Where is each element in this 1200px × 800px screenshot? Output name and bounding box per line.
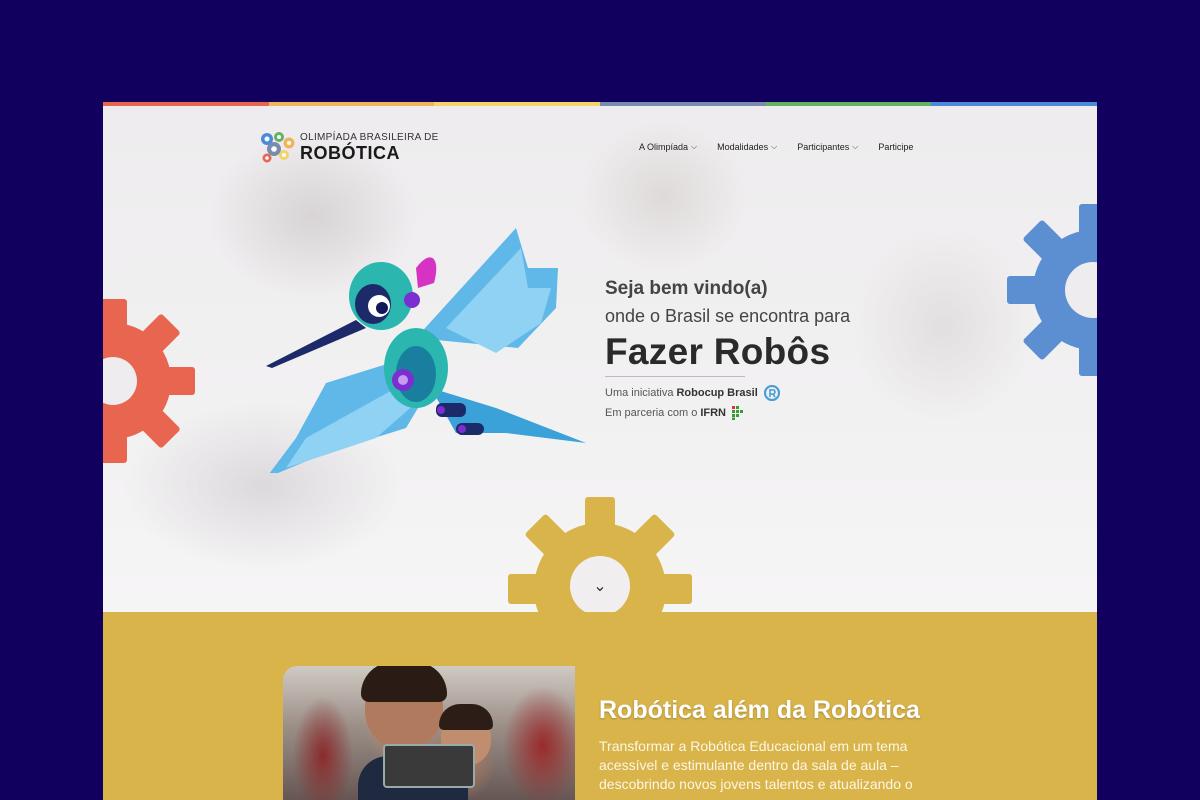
nav-item-modalidades[interactable]: Modalidades ⌵ — [717, 142, 777, 152]
welcome-line-2: onde o Brasil se encontra para — [605, 306, 851, 326]
main-nav: A Olimpíada ⌵ Modalidades ⌵ Participante… — [639, 142, 933, 152]
gears-logo-icon — [261, 132, 295, 163]
nav-label: Participe — [878, 142, 914, 152]
scroll-down-button[interactable]: ⌄ — [570, 556, 630, 612]
about-title: Robótica além da Robótica — [599, 696, 920, 724]
robot-hummingbird-mascot-icon — [266, 228, 586, 473]
chevron-down-icon: ⌵ — [771, 142, 778, 151]
red-gear-decoration — [103, 299, 195, 463]
welcome-block: Seja bem vindo(a) onde o Brasil se encon… — [605, 276, 850, 423]
nav-label: A Olimpíada — [639, 142, 689, 152]
partner-name[interactable]: IFRN — [700, 403, 726, 423]
students-robot-photo — [283, 666, 575, 800]
hero-headline: Fazer Robôs — [605, 331, 831, 372]
robocup-logo-icon[interactable] — [763, 385, 780, 401]
about-section: Robótica além da Robótica Transformar a … — [103, 612, 1097, 800]
chevron-down-icon: ⌄ — [593, 578, 607, 595]
welcome-line-1: Seja bem vindo(a) — [605, 278, 768, 299]
divider — [605, 376, 745, 377]
ifrn-logo-icon[interactable] — [731, 406, 744, 420]
chevron-down-icon: ⌵ — [852, 142, 859, 151]
browser-frame: OLIMPÍADA BRASILEIRA DE ROBÓTICA A Olimp… — [103, 102, 1097, 800]
about-text-block: Robótica além da Robótica Transformar a … — [599, 696, 939, 794]
nav-item-participe[interactable]: Participe — [878, 142, 913, 152]
about-paragraph: Transformar a Robótica Educacional em um… — [599, 738, 913, 792]
nav-label: Modalidades — [717, 142, 769, 152]
nav-item-a-olimpiada[interactable]: A Olimpíada ⌵ — [639, 142, 697, 152]
site-logo[interactable]: OLIMPÍADA BRASILEIRA DE ROBÓTICA — [258, 129, 439, 165]
nav-label: Participantes — [797, 142, 850, 152]
nav-item-participantes[interactable]: Participantes ⌵ — [797, 142, 858, 152]
initiative-name[interactable]: Robocup Brasil — [676, 383, 757, 403]
initiative-line: Uma iniciativa Robocup Brasil — [605, 383, 850, 403]
partner-line: Em parceria com o IFRN — [605, 403, 850, 423]
hero-section: OLIMPÍADA BRASILEIRA DE ROBÓTICA A Olimp… — [103, 106, 1097, 612]
logo-subtitle: OLIMPÍADA BRASILEIRA DE — [300, 131, 439, 143]
blue-gear-decoration — [1007, 204, 1097, 376]
chevron-down-icon: ⌵ — [691, 142, 698, 151]
initiative-prefix: Uma iniciativa — [605, 387, 674, 399]
partner-prefix: Em parceria com o — [605, 407, 698, 419]
logo-title: ROBÓTICA — [300, 142, 400, 163]
